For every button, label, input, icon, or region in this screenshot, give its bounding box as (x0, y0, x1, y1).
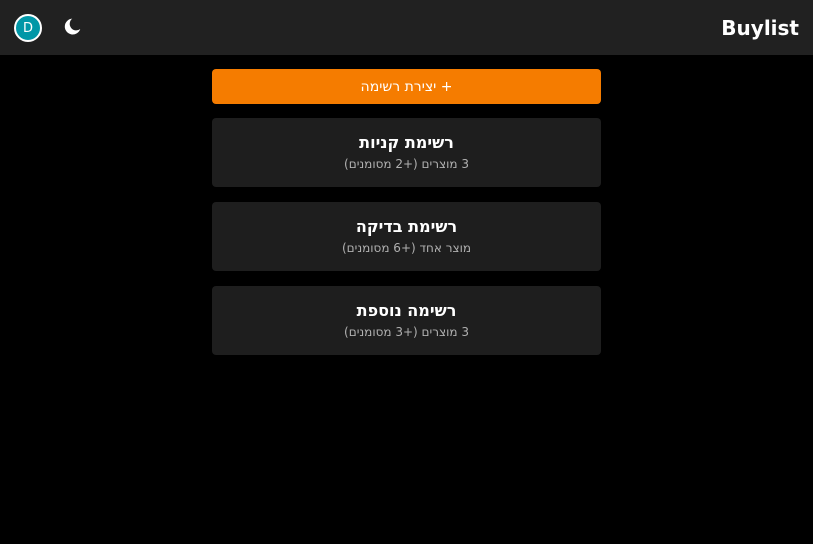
list-subtitle: 3 מוצרים (+2 מסומנים) (344, 157, 469, 171)
list-subtitle: מוצר אחד (+6 מסומנים) (341, 241, 472, 255)
lists-container: + יצירת רשימה רשימת קניות 3 מוצרים (+2 מ… (212, 69, 601, 370)
list-card[interactable]: רשימת בדיקה מוצר אחד (+6 מסומנים) (212, 202, 601, 271)
list-title: רשימה נוספת (356, 301, 457, 320)
create-list-button[interactable]: + יצירת רשימה (212, 69, 601, 104)
moon-icon (64, 18, 81, 35)
list-subtitle: 3 מוצרים (+3 מסומנים) (344, 325, 469, 339)
app-title: Buylist (721, 16, 799, 40)
list-card[interactable]: רשימת קניות 3 מוצרים (+2 מסומנים) (212, 118, 601, 187)
list-card[interactable]: רשימה נוספת 3 מוצרים (+3 מסומנים) (212, 286, 601, 355)
theme-toggle-button[interactable] (61, 16, 83, 38)
app-header: D Buylist (0, 0, 813, 55)
user-avatar[interactable]: D (14, 14, 42, 42)
list-title: רשימת בדיקה (355, 217, 458, 236)
list-title: רשימת קניות (359, 133, 454, 152)
